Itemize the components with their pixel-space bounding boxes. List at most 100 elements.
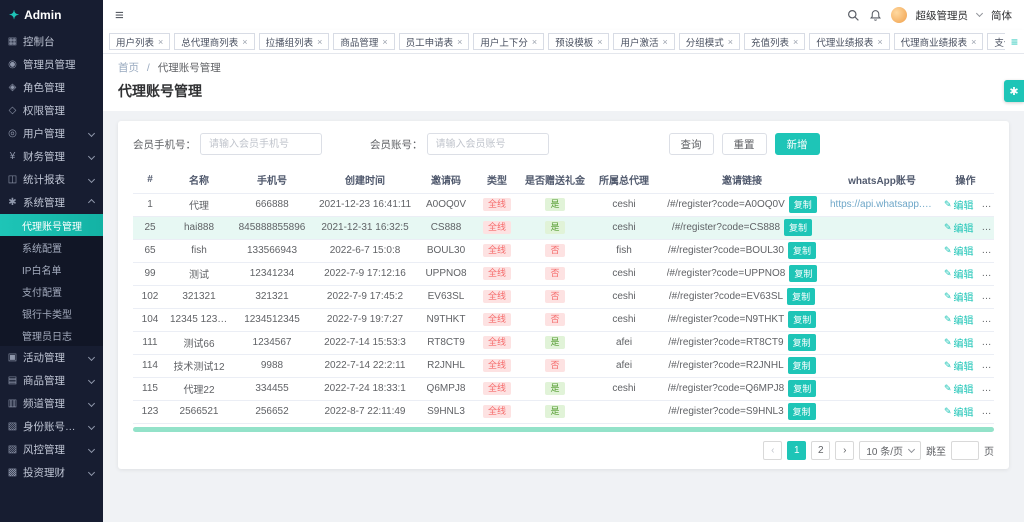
- tab-close-icon[interactable]: ×: [728, 37, 733, 47]
- sidebar-item-reports[interactable]: ◫ 统计报表: [0, 168, 103, 191]
- tab-close-icon[interactable]: ×: [158, 37, 163, 47]
- tab[interactable]: 用户列表 ×: [109, 33, 171, 50]
- avatar[interactable]: [890, 7, 907, 23]
- account-input[interactable]: [426, 133, 549, 155]
- invite-link-wrap: /#/register?code=RT8CT9 复制: [660, 334, 824, 351]
- sidebar-subitem-ip-whitelist[interactable]: IP白名单: [0, 258, 103, 280]
- sidebar-subitem-bankcard-type[interactable]: 银行卡类型: [0, 302, 103, 324]
- copy-button[interactable]: 复制: [784, 219, 813, 236]
- edit-button[interactable]: ✎ 编辑: [944, 404, 974, 419]
- settings-gear-button[interactable]: ✱: [1004, 80, 1024, 102]
- tab[interactable]: 总代理商列表 ×: [174, 33, 255, 50]
- sidebar-item-activity[interactable]: ▣ 活动管理: [0, 346, 103, 369]
- chevron-down-icon: [87, 422, 96, 431]
- cell-phone: 133566943: [231, 239, 313, 263]
- phone-input[interactable]: [200, 133, 322, 155]
- tab-close-icon[interactable]: ×: [382, 37, 387, 47]
- add-button[interactable]: 新增: [774, 133, 820, 155]
- sidebar-item-risk[interactable]: ▨ 风控管理: [0, 438, 103, 461]
- sidebar-item-channel[interactable]: ▥ 频道管理: [0, 392, 103, 415]
- page-button[interactable]: 2: [811, 440, 831, 460]
- account-label: 会员账号：: [370, 138, 423, 151]
- tab[interactable]: 商品管理 ×: [333, 33, 395, 50]
- tab[interactable]: 支付渠道统计×: [987, 33, 1005, 50]
- sidebar-subitem-system-config[interactable]: 系统配置: [0, 236, 103, 258]
- copy-button[interactable]: 复制: [787, 403, 816, 420]
- tab-label: 总代理商列表: [181, 37, 239, 49]
- tab-close-icon[interactable]: ×: [242, 37, 247, 47]
- edit-button[interactable]: ✎ 编辑: [944, 197, 974, 212]
- sidebar-item-console[interactable]: ▦ 控制台: [0, 30, 103, 53]
- edit-button[interactable]: ✎ 编辑: [944, 289, 974, 304]
- copy-button[interactable]: 复制: [787, 288, 816, 305]
- language-switch[interactable]: 简体: [991, 8, 1012, 23]
- cell-agent: afei: [591, 354, 657, 378]
- prev-page-button[interactable]: ‹: [763, 440, 783, 460]
- tab[interactable]: 代理业绩报表 ×: [809, 33, 890, 50]
- sidebar-item-roles[interactable]: ◈ 角色管理: [0, 76, 103, 99]
- tab[interactable]: 用户上下分 ×: [473, 33, 545, 50]
- tab-close-icon[interactable]: ×: [317, 37, 322, 47]
- sidebar-item-system[interactable]: ✱ 系统管理: [0, 191, 103, 214]
- tab-close-icon[interactable]: ×: [457, 37, 462, 47]
- tab[interactable]: 用户激活 ×: [613, 33, 675, 50]
- username[interactable]: 超级管理员: [916, 8, 969, 23]
- copy-button[interactable]: 复制: [787, 242, 816, 259]
- sidebar-item-permission[interactable]: ◇ 权限管理: [0, 99, 103, 122]
- invite-link-text: /#/register?code=BOUL30: [668, 245, 784, 256]
- next-page-button[interactable]: ›: [835, 440, 855, 460]
- search-button[interactable]: 查询: [668, 133, 714, 155]
- tab-close-icon[interactable]: ×: [793, 37, 798, 47]
- jump-page-input[interactable]: [951, 440, 979, 460]
- copy-button[interactable]: 复制: [788, 196, 817, 213]
- sidebar-item-finance[interactable]: ¥ 财务管理: [0, 145, 103, 168]
- edit-button[interactable]: ✎ 编辑: [944, 381, 974, 396]
- edit-button[interactable]: ✎ 编辑: [944, 266, 974, 281]
- edit-button[interactable]: ✎ 编辑: [944, 312, 974, 327]
- sidebar-item-label: 身份账号代收付: [23, 421, 84, 433]
- tab-close-icon[interactable]: ×: [877, 37, 882, 47]
- page-button[interactable]: 1: [787, 440, 807, 460]
- search-icon[interactable]: [847, 9, 860, 22]
- cell-invite-code: A0OQ0V: [417, 193, 475, 217]
- type-badge: 全线: [482, 243, 511, 258]
- edit-button[interactable]: ✎ 编辑: [944, 243, 974, 258]
- sidebar-subitem-admin-logs[interactable]: 管理员日志: [0, 324, 103, 346]
- invite-link-text: /#/register?code=S9HNL3: [668, 406, 784, 417]
- sidebar-subitem-agent-accounts[interactable]: 代理账号管理: [0, 214, 103, 236]
- cell-gift: 是: [519, 400, 591, 424]
- tabs-menu-icon[interactable]: ≡: [1011, 35, 1018, 49]
- sidebar-item-invest[interactable]: ▩ 投资理财: [0, 461, 103, 484]
- sidebar-item-collection[interactable]: ▧ 身份账号代收付: [0, 415, 103, 438]
- sidebar-item-admins[interactable]: ◉ 管理员管理: [0, 53, 103, 76]
- page-size-select[interactable]: 10 条/页: [859, 440, 921, 460]
- copy-button[interactable]: 复制: [787, 357, 816, 374]
- tab[interactable]: 代理商业绩报表 ×: [893, 33, 984, 50]
- breadcrumb-home[interactable]: 首页: [118, 62, 139, 74]
- sidebar-subitem-payment-config[interactable]: 支付配置: [0, 280, 103, 302]
- copy-button[interactable]: 复制: [787, 334, 816, 351]
- tab[interactable]: 预设模板 ×: [548, 33, 610, 50]
- edit-button[interactable]: ✎ 编辑: [944, 335, 974, 350]
- tab-close-icon[interactable]: ×: [597, 37, 602, 47]
- edit-icon: ✎: [944, 268, 952, 278]
- copy-button[interactable]: 复制: [788, 311, 817, 328]
- reset-button[interactable]: 重置: [721, 133, 767, 155]
- tab[interactable]: 员工申请表 ×: [398, 33, 470, 50]
- tab[interactable]: 充值列表 ×: [744, 33, 806, 50]
- bell-icon[interactable]: [869, 9, 882, 22]
- horizontal-scrollbar[interactable]: [133, 426, 994, 432]
- sidebar-item-users[interactable]: ◎ 用户管理: [0, 122, 103, 145]
- sidebar-item-goods[interactable]: ▤ 商品管理: [0, 369, 103, 392]
- hamburger-icon[interactable]: ≡: [115, 7, 124, 24]
- invite-link-text: /#/register?code=RT8CT9: [668, 337, 784, 348]
- tab[interactable]: 拉播组列表 ×: [258, 33, 330, 50]
- tab-close-icon[interactable]: ×: [662, 37, 667, 47]
- copy-button[interactable]: 复制: [789, 265, 818, 282]
- copy-button[interactable]: 复制: [788, 380, 817, 397]
- edit-button[interactable]: ✎ 编辑: [944, 220, 974, 235]
- edit-button[interactable]: ✎ 编辑: [944, 358, 974, 373]
- tab[interactable]: 分组模式 ×: [678, 33, 741, 50]
- tab-close-icon[interactable]: ×: [971, 37, 976, 47]
- tab-close-icon[interactable]: ×: [532, 37, 537, 47]
